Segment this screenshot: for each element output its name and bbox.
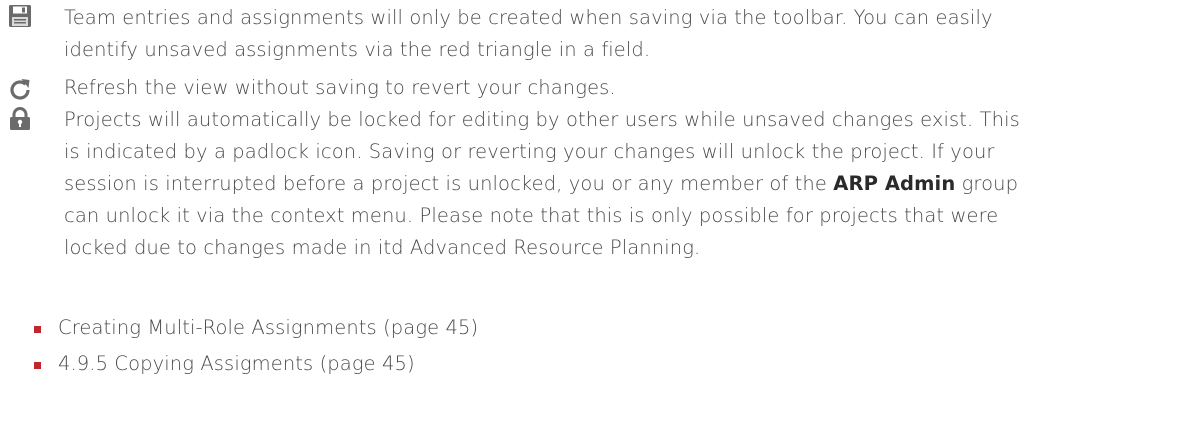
bullet-square-icon <box>34 326 41 333</box>
floppy-disk-save-icon <box>8 4 32 28</box>
save-note-line-2: identify unsaved assignments via the red… <box>64 38 651 61</box>
refresh-icon <box>8 77 32 101</box>
lock-note-line-1: Projects will automatically be locked fo… <box>64 108 1020 131</box>
link-creating-multi-role-assignments[interactable]: Creating Multi-Role Assignments (page 45… <box>58 312 478 344</box>
refresh-note-line-1: Refresh the view without saving to rever… <box>64 76 616 99</box>
lock-note-line-2: is indicated by a padlock icon. Saving o… <box>64 140 995 163</box>
document-page: Team entries and assignments will only b… <box>0 0 1179 430</box>
lock-note-line-3: session is interrupted before a project … <box>64 168 1169 200</box>
save-note-text: Team entries and assignments will only b… <box>64 2 1169 66</box>
lock-note-text: Projects will automatically be locked fo… <box>64 104 1169 264</box>
refresh-note-text: Refresh the view without saving to rever… <box>64 72 1169 104</box>
list-item[interactable]: Creating Multi-Role Assignments (page 45… <box>0 312 1179 344</box>
lock-note-line-3-end: group <box>961 172 1019 195</box>
arp-admin-term: ARP Admin <box>833 172 956 195</box>
lock-note-line-5: locked due to changes made in itd Advanc… <box>64 236 701 259</box>
bullet-square-icon <box>34 362 41 369</box>
padlock-icon <box>8 107 32 131</box>
list-item[interactable]: 4.9.5 Copying Assigments (page 45) <box>0 348 1179 380</box>
save-note-line-1: Team entries and assignments will only b… <box>64 6 993 29</box>
link-copying-assignments[interactable]: 4.9.5 Copying Assigments (page 45) <box>58 348 415 380</box>
lock-note-line-4: can unlock it via the context menu. Plea… <box>64 204 999 227</box>
lock-note-line-3-start: session is interrupted before a project … <box>64 172 834 195</box>
